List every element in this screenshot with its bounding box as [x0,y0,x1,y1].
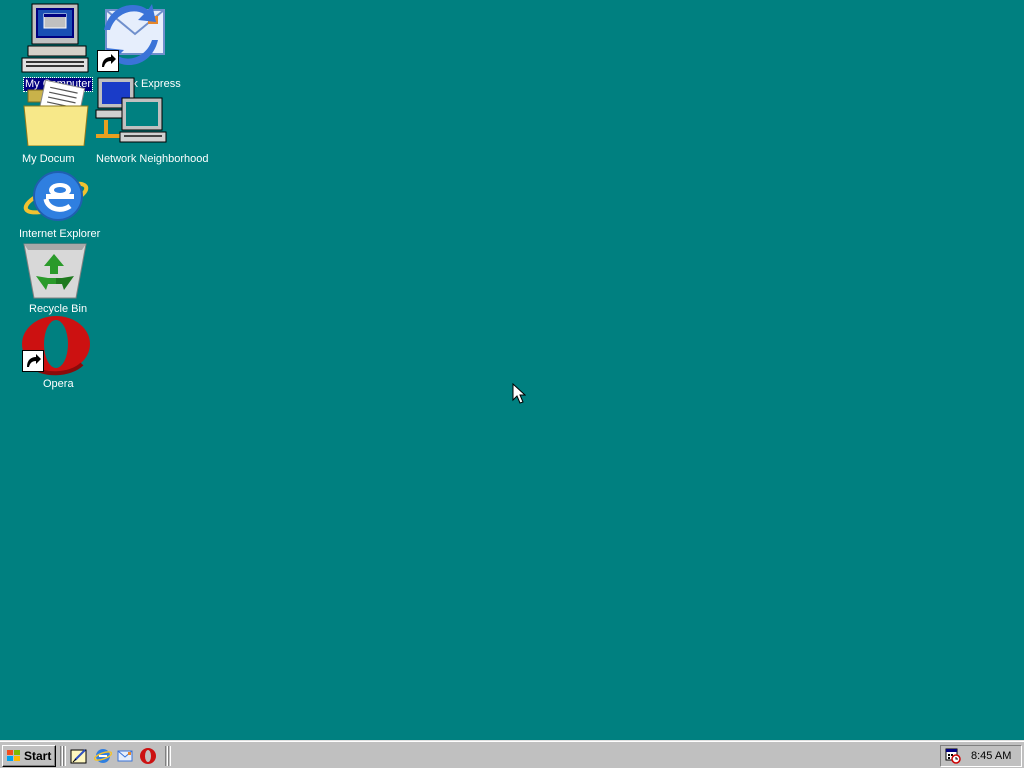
start-button[interactable]: Start [2,745,56,767]
start-label: Start [24,749,52,763]
my-computer-icon [21,3,89,73]
shortcut-arrow-icon [22,350,44,372]
taskbar: Start 8:45 AM [0,740,1024,768]
recycle-bin-icon [23,243,87,299]
my-documents-icon [23,80,89,146]
desktop-icon-opera[interactable]: Opera [18,314,98,396]
shortcut-arrow-icon [97,50,119,72]
task-scheduler-icon[interactable] [945,748,961,764]
network-neighborhood-icon [95,77,167,143]
desktop[interactable]: My Computer Outlook Express My Documents [0,0,1024,740]
taskbar-clock[interactable]: 8:45 AM [971,750,1011,762]
desktop-icon-recycle-bin[interactable]: Recycle Bin [18,240,98,320]
system-tray: 8:45 AM [940,745,1022,767]
show-desktop-icon[interactable] [70,747,88,765]
taskbar-separator [63,746,66,766]
desktop-icon-my-computer[interactable]: My Computer [18,0,98,92]
internet-explorer-icon[interactable] [94,747,112,765]
taskbar-separator [168,746,171,766]
opera-icon[interactable] [139,747,157,765]
desktop-icon-label: Opera [43,378,74,390]
outlook-express-icon[interactable] [116,747,134,765]
windows-logo-icon [7,750,20,761]
internet-explorer-icon [23,171,89,221]
desktop-icon-network-neighborhood[interactable]: Network Neighborhood [74,72,209,168]
mouse-cursor-icon [512,383,526,404]
desktop-icon-internet-explorer[interactable]: Internet Explorer [16,164,100,244]
